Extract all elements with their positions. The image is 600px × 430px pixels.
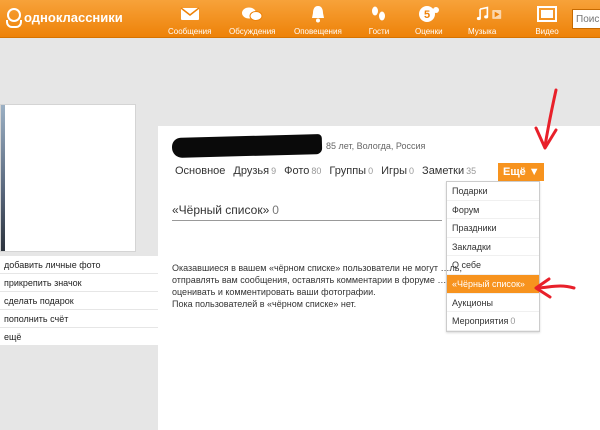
- red-arrow-left: [534, 277, 576, 299]
- red-arrow-down: [534, 88, 558, 150]
- annotation-arrows: [534, 88, 576, 299]
